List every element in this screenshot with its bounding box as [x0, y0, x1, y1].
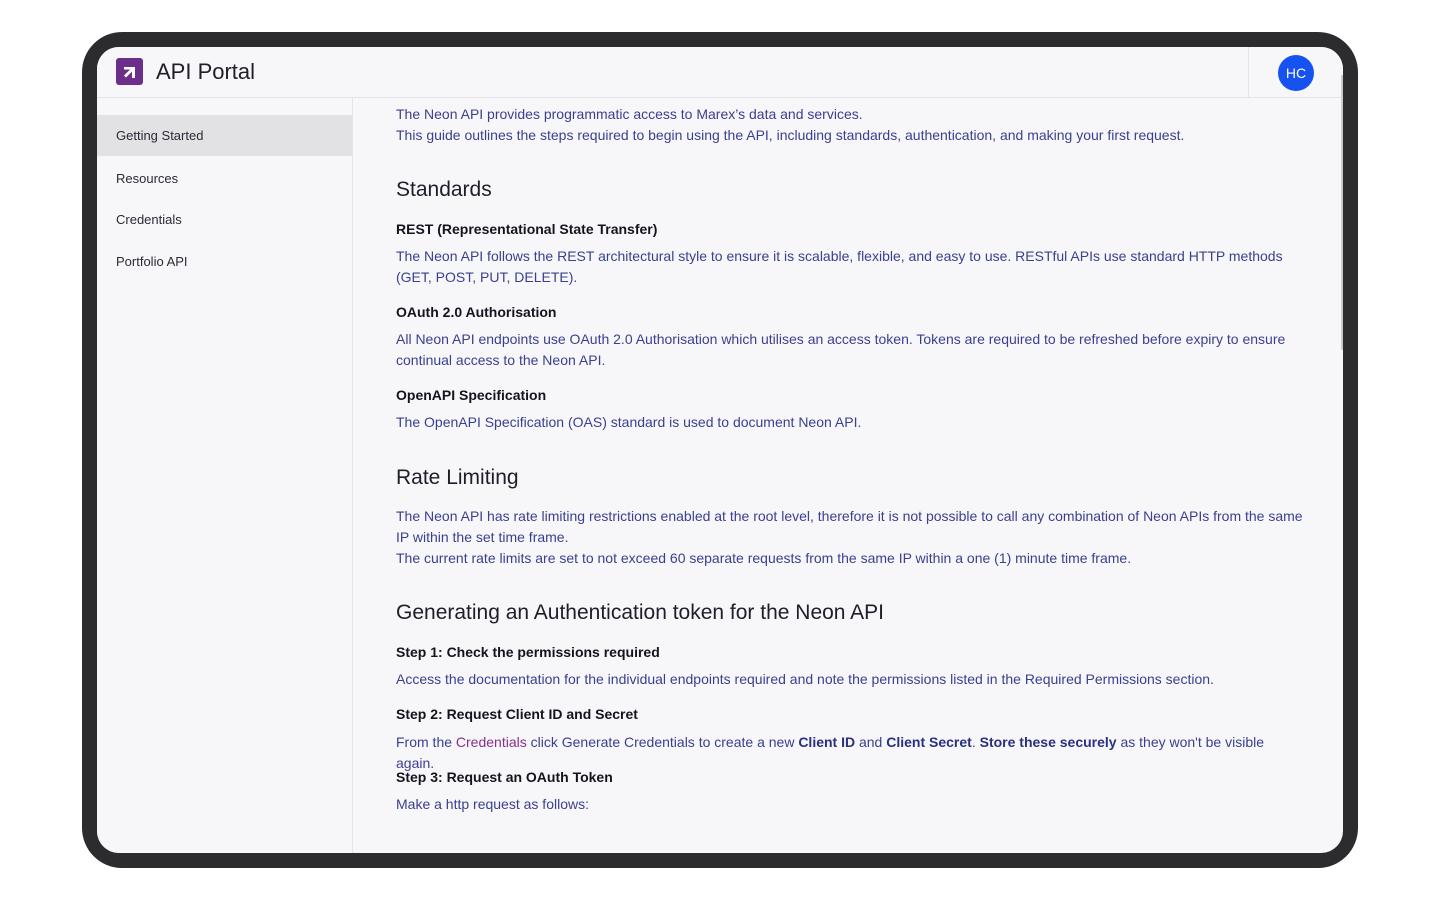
intro-line-2: This guide outlines the steps required t…	[396, 127, 1185, 143]
credentials-link[interactable]: Credentials	[456, 734, 527, 750]
client-secret-text: Client Secret	[886, 734, 972, 750]
step3-body: Make a http request as follows:	[396, 796, 589, 812]
topbar-divider	[1248, 47, 1249, 98]
rest-body: The Neon API follows the REST architectu…	[396, 248, 1283, 285]
sidebar-item-getting-started[interactable]: Getting Started	[97, 115, 352, 156]
sidebar-item-portfolio-api[interactable]: Portfolio API	[97, 241, 352, 282]
step2-text-pre: From the	[396, 734, 456, 750]
app-window: API Portal HC Getting Started Resources …	[97, 47, 1343, 853]
openapi-body: The OpenAPI Specification (OAS) standard…	[396, 414, 862, 430]
logo-icon[interactable]	[116, 58, 143, 85]
app-title: API Portal	[156, 59, 256, 84]
rate-limiting-body-1: The Neon API has rate limiting restricti…	[396, 508, 1303, 545]
scrollbar-thumb[interactable]	[1341, 75, 1343, 350]
main-content: The Neon API provides programmatic acces…	[396, 98, 1316, 853]
rest-title: REST (Representational State Transfer)	[396, 221, 658, 237]
step2-text-dot: .	[971, 734, 980, 750]
sidebar: Getting Started Resources Credentials Po…	[97, 98, 353, 853]
user-avatar[interactable]: HC	[1278, 55, 1314, 91]
top-bar: API Portal HC	[97, 47, 1343, 98]
client-id-text: Client ID	[798, 734, 856, 750]
step1-body: Access the documentation for the individ…	[396, 671, 1214, 687]
step2-text-and: and	[855, 734, 887, 750]
step2-text-mid: click Generate Credentials to create a n…	[526, 734, 799, 750]
rate-limiting-heading: Rate Limiting	[396, 466, 519, 489]
sidebar-item-credentials[interactable]: Credentials	[97, 199, 352, 240]
standards-heading: Standards	[396, 178, 492, 201]
step1-title: Step 1: Check the permissions required	[396, 644, 660, 660]
rate-limiting-body-2: The current rate limits are set to not e…	[396, 550, 1132, 566]
oauth-body: All Neon API endpoints use OAuth 2.0 Aut…	[396, 331, 1286, 368]
step3-title: Step 3: Request an OAuth Token	[396, 769, 613, 785]
intro-line-1: The Neon API provides programmatic acces…	[396, 106, 863, 122]
sidebar-item-resources[interactable]: Resources	[97, 158, 352, 199]
store-securely-text: Store these securely	[979, 734, 1117, 750]
auth-token-heading: Generating an Authentication token for t…	[396, 601, 885, 624]
openapi-title: OpenAPI Specification	[396, 387, 547, 403]
step2-title: Step 2: Request Client ID and Secret	[396, 706, 638, 722]
oauth-title: OAuth 2.0 Authorisation	[396, 304, 557, 320]
